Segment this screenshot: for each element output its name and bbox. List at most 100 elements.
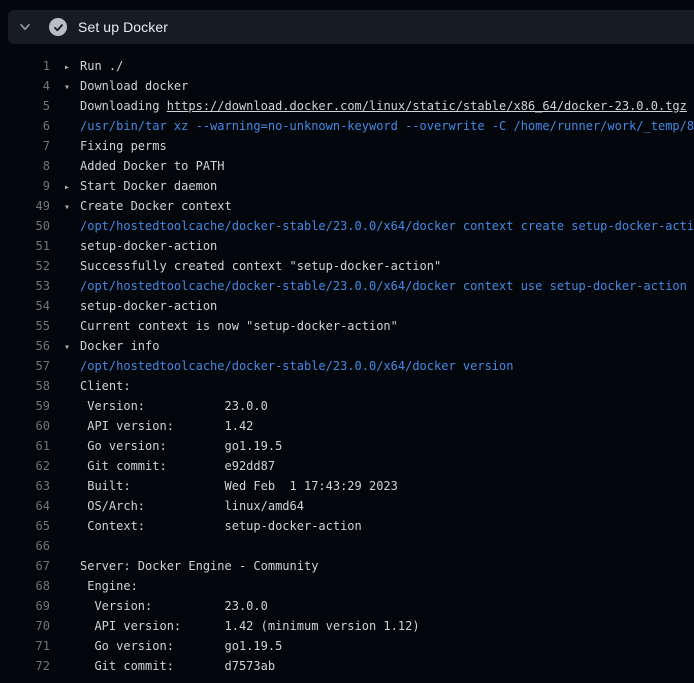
- log-text: /opt/hostedtoolcache/docker-stable/23.0.…: [50, 276, 687, 296]
- triangle-down-icon: ▾: [64, 338, 80, 356]
- log-output: 1▸Run ./4▾Download docker5Downloading ht…: [0, 56, 694, 676]
- group-title: Docker info: [80, 339, 159, 353]
- line-number[interactable]: 6: [0, 116, 50, 136]
- log-text: Successfully created context "setup-dock…: [50, 256, 441, 276]
- log-line: 68 Engine:: [0, 576, 694, 596]
- line-number[interactable]: 58: [0, 376, 50, 396]
- log-text: OS/Arch: linux/amd64: [50, 496, 304, 516]
- log-text: Version: 23.0.0: [50, 596, 268, 616]
- log-link[interactable]: https://download.docker.com/linux/static…: [167, 99, 687, 113]
- line-number[interactable]: 8: [0, 156, 50, 176]
- line-number[interactable]: 61: [0, 436, 50, 456]
- group-title: Start Docker daemon: [80, 179, 217, 193]
- log-text: Server: Docker Engine - Community: [50, 556, 318, 576]
- log-text: setup-docker-action: [50, 236, 217, 256]
- log-group-header[interactable]: 1 ▸Run ./: [0, 56, 694, 76]
- log-text: Downloading: [80, 99, 167, 113]
- log-line: 55Current context is now "setup-docker-a…: [0, 316, 694, 336]
- line-number[interactable]: 5: [0, 96, 50, 116]
- log-text: /opt/hostedtoolcache/docker-stable/23.0.…: [50, 216, 694, 236]
- line-number[interactable]: 67: [0, 556, 50, 576]
- line-number[interactable]: 54: [0, 296, 50, 316]
- triangle-down-icon: ▾: [64, 198, 80, 216]
- log-line: 6/usr/bin/tar xz --warning=no-unknown-ke…: [0, 116, 694, 136]
- log-text: Context: setup-docker-action: [50, 516, 362, 536]
- log-text: Downloading https://download.docker.com/…: [50, 96, 687, 116]
- line-number[interactable]: 50: [0, 216, 50, 236]
- log-line: 63 Built: Wed Feb 1 17:43:29 2023: [0, 476, 694, 496]
- log-text: Go version: go1.19.5: [50, 636, 282, 656]
- log-group-header[interactable]: 56▾Docker info: [0, 336, 694, 356]
- triangle-right-icon: ▸: [64, 178, 80, 196]
- line-number[interactable]: 63: [0, 476, 50, 496]
- line-number[interactable]: 4: [0, 76, 50, 96]
- log-group-header[interactable]: 4▾Download docker: [0, 76, 694, 96]
- log-text: ▾Download docker: [50, 76, 188, 96]
- line-number[interactable]: 70: [0, 616, 50, 636]
- log-text: ▾Docker info: [50, 336, 159, 356]
- line-number[interactable]: 65: [0, 516, 50, 536]
- log-line: 52Successfully created context "setup-do…: [0, 256, 694, 276]
- triangle-right-icon: ▸: [64, 58, 80, 76]
- line-number[interactable]: 60: [0, 416, 50, 436]
- log-text: setup-docker-action: [50, 296, 217, 316]
- log-text: Fixing perms: [50, 136, 167, 156]
- group-title: Create Docker context: [80, 199, 232, 213]
- line-number[interactable]: 55: [0, 316, 50, 336]
- line-number[interactable]: 52: [0, 256, 50, 276]
- log-group-header[interactable]: 9▸Start Docker daemon: [0, 176, 694, 196]
- log-text: Version: 23.0.0: [50, 396, 268, 416]
- line-number[interactable]: 71: [0, 636, 50, 656]
- triangle-down-icon: ▾: [64, 78, 80, 96]
- line-number[interactable]: 59: [0, 396, 50, 416]
- group-title: Run ./: [80, 59, 123, 73]
- log-line: 66: [0, 536, 694, 556]
- log-text: [50, 536, 80, 556]
- line-number[interactable]: 1: [0, 56, 50, 76]
- step-header[interactable]: Set up Docker: [8, 10, 694, 44]
- line-number[interactable]: 56: [0, 336, 50, 356]
- log-line: 54setup-docker-action: [0, 296, 694, 316]
- log-line: 51setup-docker-action: [0, 236, 694, 256]
- log-text: Client:: [50, 376, 131, 396]
- check-circle-icon: [49, 18, 67, 36]
- line-number[interactable]: 64: [0, 496, 50, 516]
- log-line: 62 Git commit: e92dd87: [0, 456, 694, 476]
- step-title: Set up Docker: [78, 19, 168, 35]
- log-group-header[interactable]: 49▾Create Docker context: [0, 196, 694, 216]
- log-text: API version: 1.42: [50, 416, 253, 436]
- log-line: 64 OS/Arch: linux/amd64: [0, 496, 694, 516]
- log-line: 71 Go version: go1.19.5: [0, 636, 694, 656]
- log-text: /opt/hostedtoolcache/docker-stable/23.0.…: [50, 356, 513, 376]
- line-number[interactable]: 62: [0, 456, 50, 476]
- log-line: 67Server: Docker Engine - Community: [0, 556, 694, 576]
- line-number[interactable]: 72: [0, 656, 50, 676]
- log-line: 65 Context: setup-docker-action: [0, 516, 694, 536]
- line-number[interactable]: 7: [0, 136, 50, 156]
- log-text: Built: Wed Feb 1 17:43:29 2023: [50, 476, 398, 496]
- log-text: ▸Start Docker daemon: [50, 176, 217, 196]
- line-number[interactable]: 66: [0, 536, 50, 556]
- line-number[interactable]: 51: [0, 236, 50, 256]
- line-number[interactable]: 9: [0, 176, 50, 196]
- log-text: Added Docker to PATH: [50, 156, 225, 176]
- log-line: 7Fixing perms: [0, 136, 694, 156]
- chevron-down-icon[interactable]: [18, 20, 32, 34]
- log-text: ▾Create Docker context: [50, 196, 232, 216]
- line-number[interactable]: 49: [0, 196, 50, 216]
- log-text: API version: 1.42 (minimum version 1.12): [50, 616, 420, 636]
- line-number[interactable]: 57: [0, 356, 50, 376]
- log-text: Go version: go1.19.5: [50, 436, 282, 456]
- log-text: Git commit: d7573ab: [50, 656, 275, 676]
- log-line: 8Added Docker to PATH: [0, 156, 694, 176]
- line-number[interactable]: 53: [0, 276, 50, 296]
- log-line: 59 Version: 23.0.0: [0, 396, 694, 416]
- line-number[interactable]: 68: [0, 576, 50, 596]
- log-text: /usr/bin/tar xz --warning=no-unknown-key…: [50, 116, 694, 136]
- log-line: 58Client:: [0, 376, 694, 396]
- log-line: 60 API version: 1.42: [0, 416, 694, 436]
- log-line: 50/opt/hostedtoolcache/docker-stable/23.…: [0, 216, 694, 236]
- log-line: 53/opt/hostedtoolcache/docker-stable/23.…: [0, 276, 694, 296]
- line-number[interactable]: 69: [0, 596, 50, 616]
- log-line: 69 Version: 23.0.0: [0, 596, 694, 616]
